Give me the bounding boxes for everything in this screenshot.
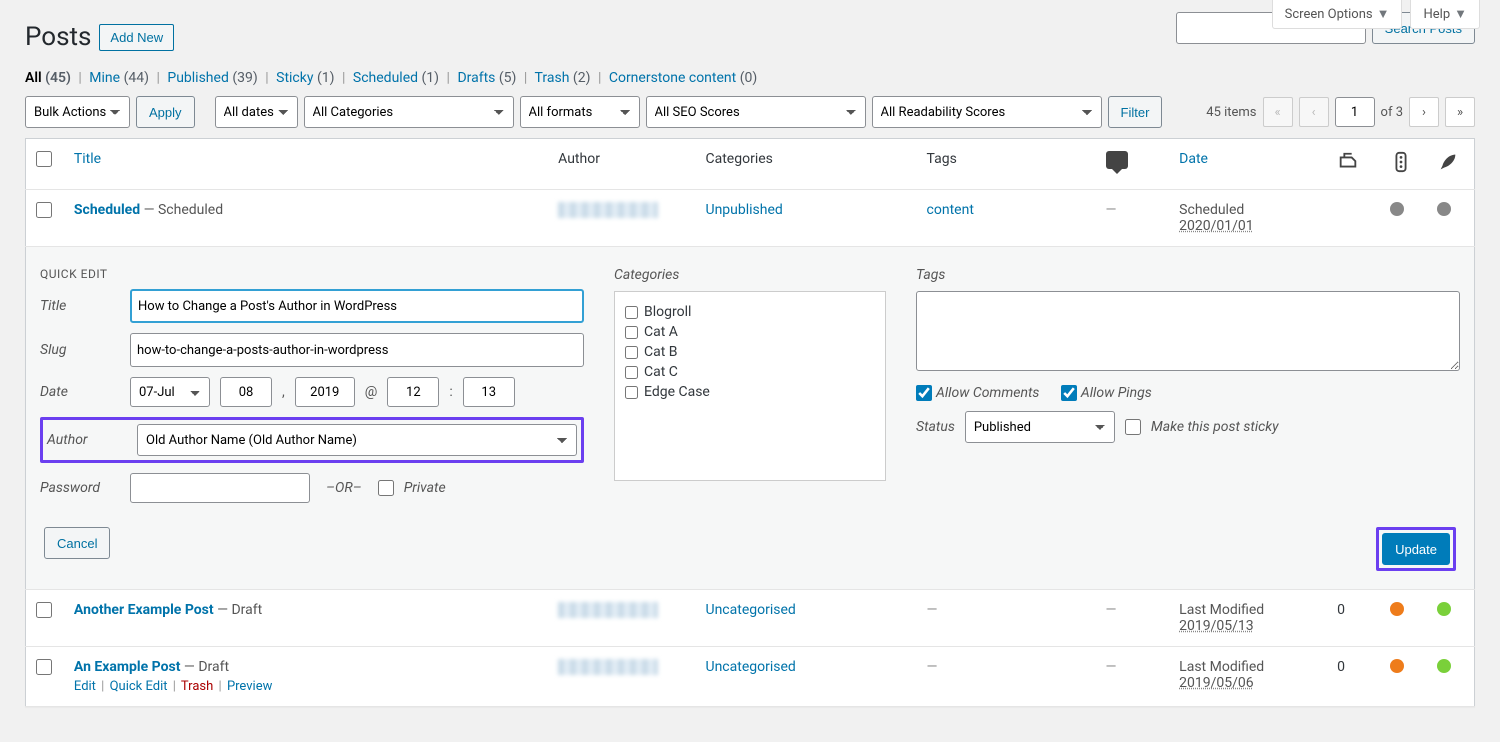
- row-checkbox[interactable]: [36, 202, 52, 218]
- filter-all[interactable]: All (45): [25, 70, 71, 86]
- row-checkbox[interactable]: [36, 602, 52, 618]
- post-state: — Draft: [217, 602, 262, 618]
- post-title-link[interactable]: Scheduled: [74, 202, 140, 218]
- pagination: 45 items « ‹ of 3 › »: [1206, 97, 1475, 127]
- seo-dot: [1390, 202, 1404, 216]
- filter-mine[interactable]: Mine (44): [89, 70, 149, 86]
- quick-edit-row: QUICK EDIT Title Slug Date: [26, 247, 1475, 590]
- filter-scheduled[interactable]: Scheduled (1): [353, 70, 439, 86]
- cat-checkbox[interactable]: [625, 306, 638, 319]
- items-count: 45 items: [1206, 105, 1256, 120]
- add-new-button[interactable]: Add New: [99, 24, 174, 51]
- quick-edit-link[interactable]: Quick Edit: [110, 679, 168, 694]
- post-status-filters: All (45) | Mine (44) | Published (39) | …: [25, 70, 1475, 86]
- seo-dot: [1390, 659, 1404, 673]
- seo-filter-select[interactable]: All SEO Scores: [646, 96, 866, 128]
- column-date[interactable]: Date: [1179, 151, 1208, 167]
- current-page-input[interactable]: [1335, 97, 1375, 127]
- table-row: An Example Post — Draft Edit | Quick Edi…: [26, 647, 1475, 707]
- edit-link[interactable]: Edit: [74, 679, 96, 694]
- comment-icon: [1106, 151, 1128, 169]
- quick-edit-status-select[interactable]: Published: [965, 411, 1115, 443]
- category-filter-select[interactable]: All Categories: [304, 96, 514, 128]
- feather-icon: [1437, 151, 1459, 173]
- post-state: — Scheduled: [144, 202, 224, 218]
- quick-edit-update-button[interactable]: Update: [1382, 533, 1450, 565]
- readability-dot: [1437, 202, 1451, 216]
- row-actions: Edit | Quick Edit | Trash | Preview: [74, 679, 538, 694]
- tag-link[interactable]: content: [927, 202, 974, 218]
- format-filter-select[interactable]: All formats: [520, 96, 640, 128]
- post-title-link[interactable]: Another Example Post: [74, 602, 214, 618]
- category-link[interactable]: Unpublished: [706, 202, 783, 218]
- filter-cornerstone[interactable]: Cornerstone content (0): [609, 70, 757, 86]
- author-blurred: [558, 202, 658, 218]
- readability-dot: [1437, 659, 1451, 673]
- select-all-checkbox[interactable]: [36, 151, 52, 167]
- links-icon: [1337, 151, 1359, 173]
- first-page-button[interactable]: «: [1263, 97, 1293, 127]
- quick-edit-year-input[interactable]: [295, 377, 355, 407]
- quick-edit-month-select[interactable]: 07-Jul: [130, 377, 210, 407]
- quick-edit-minute-input[interactable]: [463, 377, 515, 407]
- seo-dot: [1390, 602, 1404, 616]
- quick-edit-day-input[interactable]: [220, 377, 272, 407]
- filter-sticky[interactable]: Sticky (1): [276, 70, 334, 86]
- quick-edit-cancel-button[interactable]: Cancel: [44, 527, 110, 559]
- column-seo: [1380, 139, 1427, 190]
- traffic-light-icon: [1390, 151, 1412, 173]
- category-link[interactable]: Uncategorised: [706, 659, 796, 675]
- preview-link[interactable]: Preview: [227, 679, 272, 694]
- allow-pings-checkbox[interactable]: [1061, 385, 1077, 401]
- author-blurred: [558, 659, 658, 675]
- column-title[interactable]: Title: [74, 151, 101, 167]
- post-title-link[interactable]: An Example Post: [74, 659, 181, 675]
- filter-drafts[interactable]: Drafts (5): [457, 70, 516, 86]
- quick-edit-heading: QUICK EDIT: [40, 267, 584, 281]
- quick-edit-title-input[interactable]: [130, 289, 584, 323]
- column-comments: [1096, 139, 1170, 190]
- of-pages: of 3: [1381, 105, 1403, 120]
- sticky-checkbox[interactable]: [1125, 419, 1141, 435]
- prev-page-button[interactable]: ‹: [1299, 97, 1329, 127]
- cat-checkbox[interactable]: [625, 366, 638, 379]
- apply-button[interactable]: Apply: [136, 96, 195, 128]
- filter-trash[interactable]: Trash (2): [535, 70, 591, 86]
- last-page-button[interactable]: »: [1445, 97, 1475, 127]
- table-row: Scheduled — Scheduled Unpublished conten…: [26, 190, 1475, 247]
- readability-filter-select[interactable]: All Readability Scores: [872, 96, 1102, 128]
- column-links: [1327, 139, 1380, 190]
- author-blurred: [558, 602, 658, 618]
- quick-edit-tags-textarea[interactable]: [916, 291, 1460, 371]
- quick-edit-categories-box[interactable]: Blogroll Cat A Cat B Cat C Edge Case: [614, 291, 886, 481]
- page-title: Posts: [25, 22, 91, 52]
- cat-checkbox[interactable]: [625, 326, 638, 339]
- quick-edit-slug-input[interactable]: [130, 333, 584, 367]
- help-tab[interactable]: Help▼: [1410, 0, 1480, 29]
- column-author: Author: [548, 139, 695, 190]
- trash-link[interactable]: Trash: [181, 679, 213, 694]
- column-tags: Tags: [917, 139, 1096, 190]
- filter-published[interactable]: Published (39): [167, 70, 257, 86]
- column-readability: [1427, 139, 1474, 190]
- table-row: Another Example Post — Draft Uncategoris…: [26, 590, 1475, 647]
- dates-filter-select[interactable]: All dates: [215, 96, 298, 128]
- category-link[interactable]: Uncategorised: [706, 602, 796, 618]
- readability-dot: [1437, 602, 1451, 616]
- filter-button[interactable]: Filter: [1108, 96, 1163, 128]
- quick-edit-hour-input[interactable]: [387, 377, 439, 407]
- next-page-button[interactable]: ›: [1409, 97, 1439, 127]
- quick-edit-private-checkbox[interactable]: [378, 480, 394, 496]
- allow-comments-checkbox[interactable]: [916, 385, 932, 401]
- bulk-actions-select[interactable]: Bulk Actions: [25, 96, 130, 128]
- post-state: — Draft: [184, 659, 229, 675]
- quick-edit-author-select[interactable]: Old Author Name (Old Author Name): [137, 424, 577, 456]
- row-checkbox[interactable]: [36, 659, 52, 675]
- column-categories: Categories: [696, 139, 917, 190]
- quick-edit-password-input[interactable]: [130, 473, 310, 503]
- cat-checkbox[interactable]: [625, 346, 638, 359]
- screen-options-tab[interactable]: Screen Options▼: [1272, 0, 1403, 29]
- cat-checkbox[interactable]: [625, 386, 638, 399]
